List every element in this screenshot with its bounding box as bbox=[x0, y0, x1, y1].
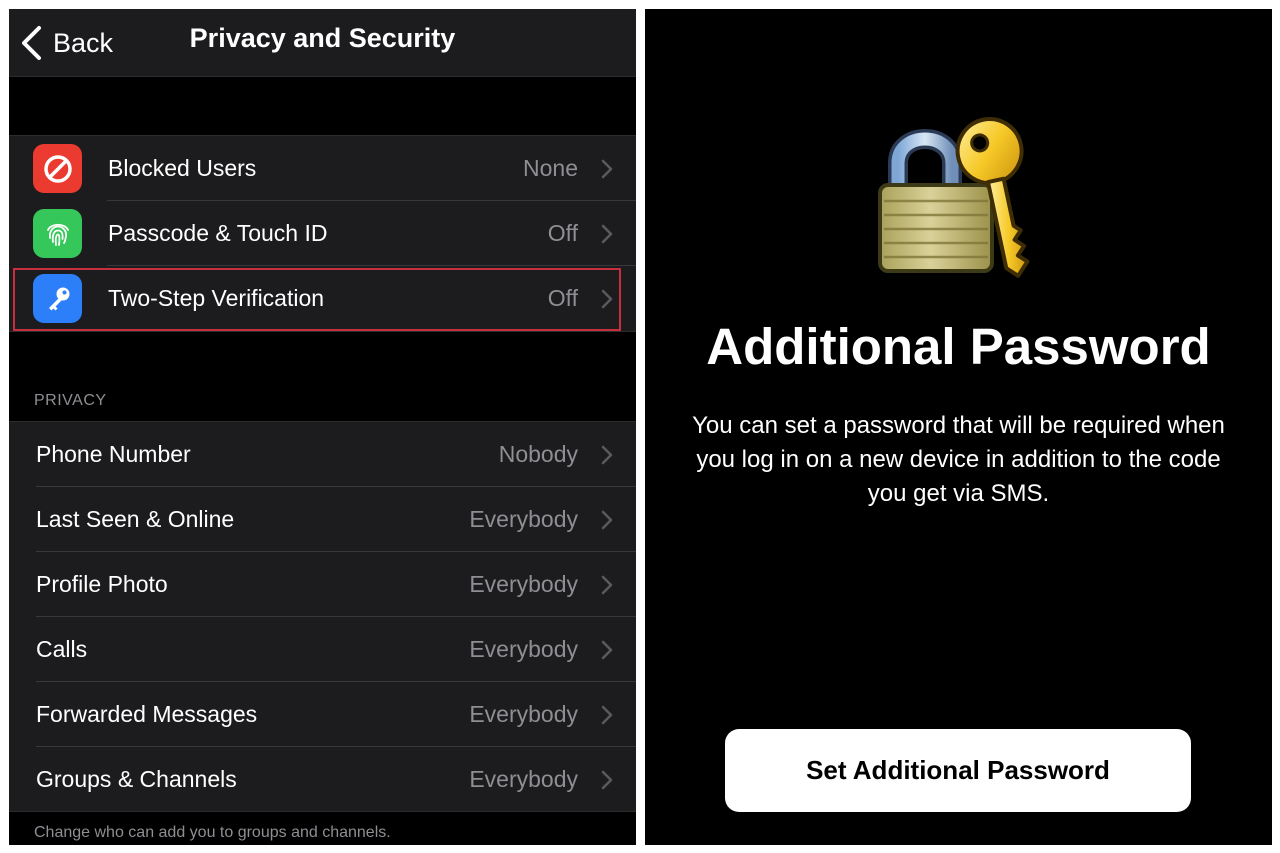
forwarded-messages-row[interactable]: Forwarded Messages Everybody bbox=[9, 682, 636, 747]
privacy-security-screen: Back Privacy and Security Blocked Users … bbox=[9, 9, 636, 845]
screen-description: You can set a password that will be requ… bbox=[692, 412, 1225, 507]
blocked-users-row[interactable]: Blocked Users None bbox=[9, 136, 636, 201]
chevron-right-icon bbox=[601, 575, 613, 594]
button-label: Set Additional Password bbox=[806, 755, 1110, 785]
blocked-icon bbox=[33, 144, 82, 193]
set-additional-password-button[interactable]: Set Additional Password bbox=[725, 729, 1191, 812]
profile-photo-row[interactable]: Profile Photo Everybody bbox=[9, 552, 636, 617]
chevron-right-icon bbox=[601, 224, 613, 243]
calls-row[interactable]: Calls Everybody bbox=[9, 617, 636, 682]
chevron-right-icon bbox=[601, 159, 613, 178]
row-label: Groups & Channels bbox=[36, 766, 237, 792]
page-title: Privacy and Security bbox=[189, 23, 456, 53]
privacy-footer-note: Change who can add you to groups and cha… bbox=[34, 824, 391, 841]
chevron-right-icon bbox=[601, 705, 613, 724]
row-value: Off bbox=[547, 220, 578, 246]
lock-and-key-icon bbox=[878, 117, 1030, 278]
row-value: Everybody bbox=[469, 636, 578, 662]
row-value: None bbox=[523, 155, 578, 181]
row-label: Profile Photo bbox=[36, 571, 168, 597]
row-label: Forwarded Messages bbox=[36, 701, 258, 727]
fingerprint-icon bbox=[33, 209, 82, 258]
row-label: Two-Step Verification bbox=[108, 285, 325, 311]
privacy-section-header: PRIVACY bbox=[34, 392, 107, 409]
chevron-right-icon bbox=[601, 510, 613, 529]
groups-channels-row[interactable]: Groups & Channels Everybody bbox=[9, 747, 636, 812]
chevron-right-icon bbox=[601, 445, 613, 464]
navigation-bar: Back Privacy and Security bbox=[9, 9, 636, 77]
passcode-touch-id-row[interactable]: Passcode & Touch ID Off bbox=[9, 201, 636, 266]
two-step-verification-row[interactable]: Two-Step Verification Off bbox=[9, 266, 636, 331]
last-seen-online-row[interactable]: Last Seen & Online Everybody bbox=[9, 487, 636, 552]
row-label: Last Seen & Online bbox=[36, 506, 235, 532]
row-value: Nobody bbox=[498, 441, 578, 467]
row-label: Passcode & Touch ID bbox=[108, 220, 328, 246]
additional-password-screen: Additional Password You can set a passwo… bbox=[645, 9, 1272, 845]
phone-number-row[interactable]: Phone Number Nobody bbox=[9, 422, 636, 487]
row-value: Everybody bbox=[469, 701, 578, 727]
row-value: Everybody bbox=[469, 506, 578, 532]
chevron-right-icon bbox=[601, 770, 613, 789]
privacy-settings-group: Phone Number Nobody Last Seen & Online E… bbox=[9, 421, 636, 812]
row-label: Phone Number bbox=[36, 441, 191, 467]
screen-title: Additional Password bbox=[706, 318, 1211, 375]
row-value: Off bbox=[547, 285, 578, 311]
row-label: Calls bbox=[36, 636, 88, 662]
chevron-right-icon bbox=[601, 640, 613, 659]
row-value: Everybody bbox=[469, 766, 578, 792]
security-settings-group: Blocked Users None Passcode & Touch ID O… bbox=[9, 135, 636, 332]
row-label: Blocked Users bbox=[108, 155, 257, 181]
chevron-right-icon bbox=[601, 289, 613, 308]
row-value: Everybody bbox=[469, 571, 578, 597]
key-icon bbox=[33, 274, 82, 323]
